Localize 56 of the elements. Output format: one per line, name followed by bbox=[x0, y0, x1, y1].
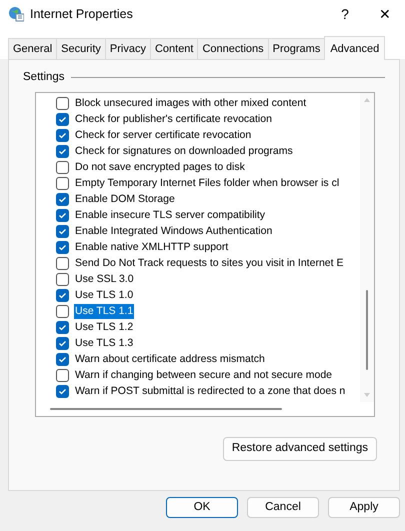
checkmark-icon bbox=[58, 290, 67, 300]
setting-label[interactable]: Use TLS 1.0 bbox=[74, 288, 134, 303]
help-button[interactable]: ? bbox=[325, 0, 365, 28]
setting-label[interactable]: Check for publisher's certificate revocation bbox=[74, 112, 273, 127]
setting-label[interactable]: Use TLS 1.3 bbox=[74, 336, 134, 351]
close-button[interactable]: ✕ bbox=[365, 0, 405, 28]
setting-label[interactable]: Do not save encrypted pages to disk bbox=[74, 160, 246, 175]
setting-label[interactable]: Enable DOM Storage bbox=[74, 192, 176, 207]
setting-label[interactable]: Enable native XMLHTTP support bbox=[74, 240, 230, 255]
dialog-button[interactable]: Cancel bbox=[247, 497, 319, 518]
checkbox[interactable] bbox=[56, 96, 69, 110]
checkbox[interactable] bbox=[56, 224, 69, 238]
setting-label[interactable]: Warn if changing between secure and not secure mode bbox=[74, 368, 334, 383]
checkbox[interactable] bbox=[56, 240, 69, 254]
setting-label[interactable]: Warn if POST submittal is redirected to a zone that does n bbox=[74, 384, 346, 399]
dialog-button[interactable]: OK bbox=[166, 497, 238, 518]
setting-label[interactable]: Enable insecure TLS server compatibility bbox=[74, 208, 266, 223]
globe-icon bbox=[8, 6, 24, 22]
checkbox[interactable] bbox=[56, 112, 69, 126]
tab[interactable]: Connections bbox=[197, 38, 269, 59]
group-title: Settings bbox=[23, 70, 65, 85]
checkbox[interactable] bbox=[56, 160, 69, 174]
window-title: Internet Properties bbox=[30, 6, 134, 23]
tab[interactable]: Privacy bbox=[104, 38, 151, 59]
checkbox[interactable] bbox=[56, 352, 69, 366]
checkbox[interactable] bbox=[56, 384, 69, 398]
setting-label[interactable]: Check for server certificate revocation bbox=[74, 128, 252, 143]
setting-label[interactable]: Use TLS 1.2 bbox=[74, 320, 134, 335]
setting-label[interactable]: Send Do Not Track requests to sites you visit in Internet E bbox=[74, 256, 344, 271]
checkbox[interactable] bbox=[56, 144, 69, 158]
setting-label[interactable]: Block unsecured images with other mixed content bbox=[74, 96, 308, 111]
checkbox[interactable] bbox=[56, 208, 69, 222]
checkbox[interactable] bbox=[56, 256, 69, 270]
checkbox[interactable] bbox=[56, 320, 69, 334]
setting-label[interactable]: Warn about certificate address mismatch bbox=[74, 352, 266, 367]
setting-label[interactable]: Empty Temporary Internet Files folder when browser is cl bbox=[74, 176, 340, 191]
dialog-button[interactable]: Apply bbox=[328, 497, 400, 518]
tab[interactable]: Programs bbox=[268, 38, 326, 59]
setting-label[interactable]: Enable Integrated Windows Authentication bbox=[74, 224, 274, 239]
checkbox[interactable] bbox=[56, 272, 69, 286]
checkbox[interactable] bbox=[56, 288, 69, 302]
checkbox[interactable] bbox=[56, 176, 69, 190]
checkmark-icon bbox=[58, 386, 67, 396]
checkbox[interactable] bbox=[56, 192, 69, 206]
tab[interactable]: Advanced bbox=[324, 36, 386, 60]
checkbox[interactable] bbox=[56, 128, 69, 142]
checkbox[interactable] bbox=[56, 368, 69, 382]
tab[interactable]: Security bbox=[56, 38, 106, 59]
tab[interactable]: Content bbox=[150, 38, 198, 59]
setting-label[interactable]: Use SSL 3.0 bbox=[74, 272, 135, 287]
tab[interactable]: General bbox=[8, 38, 58, 59]
setting-label[interactable]: Check for signatures on downloaded programs bbox=[74, 144, 294, 159]
checkbox[interactable] bbox=[56, 304, 69, 318]
setting-label[interactable]: Use TLS 1.1 bbox=[74, 304, 134, 319]
checkbox[interactable] bbox=[56, 336, 69, 350]
restore-button[interactable]: Restore advanced settings bbox=[222, 437, 377, 460]
